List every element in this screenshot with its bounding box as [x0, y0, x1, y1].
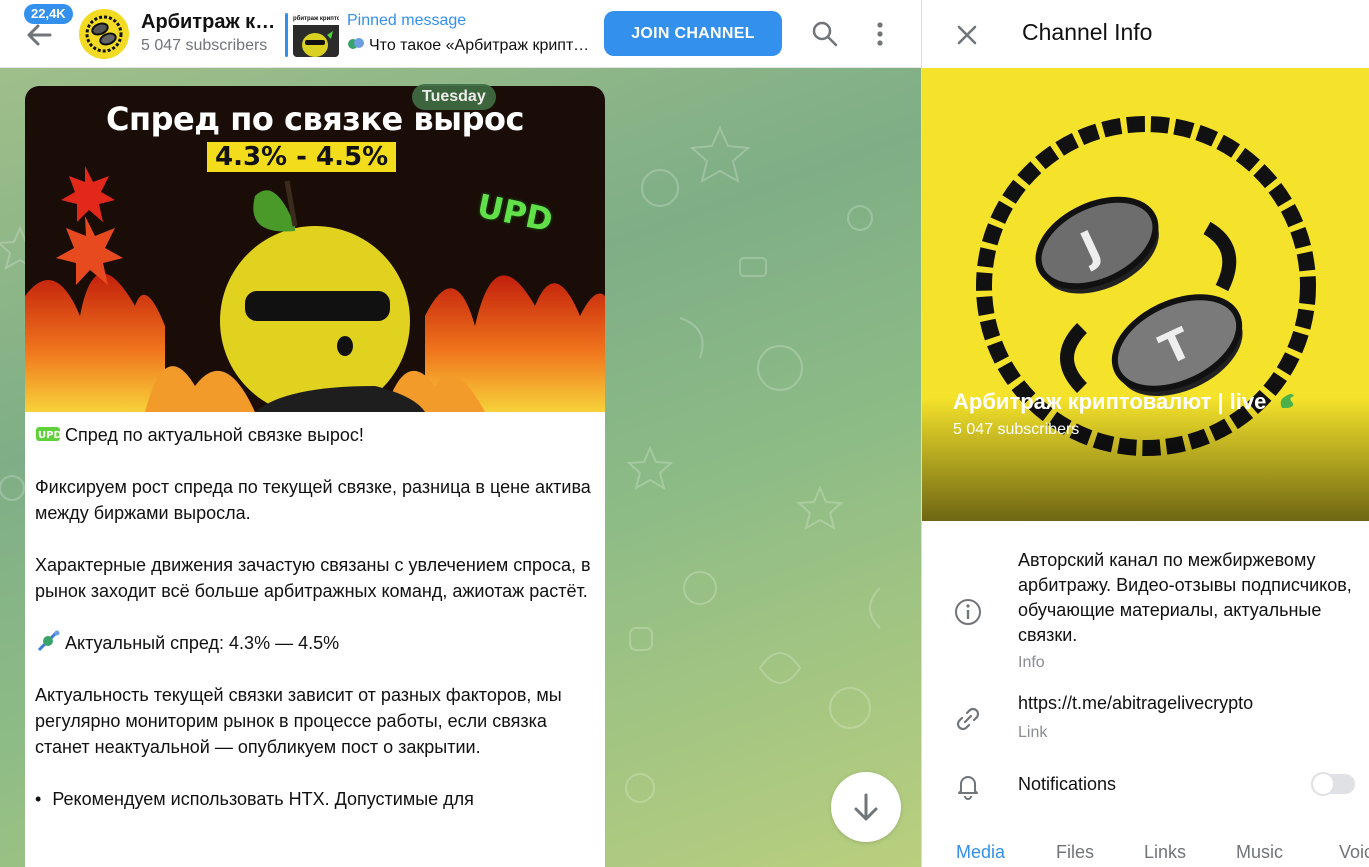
pinned-indicator	[285, 13, 288, 57]
arrow-down-icon	[854, 793, 878, 821]
info-header: Channel Info	[922, 0, 1369, 68]
hero-gradient	[922, 398, 1369, 521]
channel-description[interactable]: Авторский канал по межбиржевому арбитраж…	[1018, 548, 1358, 648]
dragon-emoji-icon	[1281, 394, 1295, 408]
unread-badge: 22,4K	[24, 4, 73, 24]
shared-media-tabs: Media Files Links Music Voice	[922, 828, 1369, 867]
more-vertical-icon	[877, 22, 883, 46]
upd-emoji-icon: UPD	[36, 427, 61, 441]
info-icon	[955, 599, 981, 625]
info-title: Channel Info	[1022, 19, 1153, 45]
search-button[interactable]	[810, 19, 840, 49]
pinned-text[interactable]: Что такое «Арбитраж криптовалют»	[347, 36, 597, 55]
channel-avatar[interactable]	[79, 9, 129, 59]
link-icon	[956, 707, 980, 731]
close-icon	[957, 25, 977, 45]
pinned-thumbnail[interactable]: рбитраж криптов	[293, 13, 339, 57]
bell-icon	[958, 776, 978, 800]
svg-text:UPD: UPD	[38, 430, 61, 441]
channel-title[interactable]: Арбитраж криптовалют | live	[141, 11, 276, 34]
chat-header: 22,4K Арбитраж криптовалют | live 5 047 …	[0, 0, 921, 68]
lemon-character-icon	[302, 31, 333, 57]
pinned-emoji-icon	[348, 38, 364, 49]
pinned-thumb-caption: рбитраж криптов	[293, 13, 339, 25]
close-info-button[interactable]	[952, 20, 982, 50]
toggle-knob	[1311, 772, 1335, 796]
post-title: Спред по актуальной связке вырос!	[65, 425, 364, 445]
tab-media[interactable]: Media	[956, 842, 1005, 863]
chat-column: 22,4K Арбитраж криптовалют | live 5 047 …	[0, 0, 921, 867]
pinned-title[interactable]: Pinned message	[347, 12, 466, 30]
notifications-toggle[interactable]	[1311, 772, 1355, 796]
scroll-to-bottom-button[interactable]	[831, 772, 901, 842]
tab-links[interactable]: Links	[1144, 842, 1186, 863]
image-headline: Спред по связке вырос	[106, 100, 524, 138]
tab-music[interactable]: Music	[1236, 842, 1283, 863]
coin-logo-icon	[85, 15, 123, 53]
post-paragraph-1: Фиксируем рост спреда по текущей связке,…	[35, 477, 591, 523]
channel-subscribers: 5 047 subscribers	[141, 37, 268, 54]
post-text: UPD Спред по актуальной связке вырос! Фи…	[35, 422, 597, 838]
channel-info-panel: Channel Info J T Арбитраж криптовалют | …	[921, 0, 1369, 867]
notifications-label: Notifications	[1018, 774, 1117, 794]
search-icon	[812, 21, 838, 47]
post-image[interactable]: Спред по связке вырос 4.3% - 4.5% UPD	[25, 86, 605, 412]
tab-files[interactable]: Files	[1056, 842, 1094, 863]
date-separator: Tuesday	[412, 84, 496, 110]
post-paragraph-2: Характерные движения зачастую связаны с …	[35, 555, 591, 601]
description-caption: Info	[1018, 654, 1045, 671]
more-button[interactable]	[865, 19, 895, 49]
post-bullet-1: Рекомендуем использовать HTX. Допустимые…	[52, 789, 474, 809]
channel-link[interactable]: https://t.me/abitragelivecrypto	[1018, 693, 1253, 714]
info-subscribers: 5 047 subscribers	[953, 421, 1080, 438]
post-paragraph-3: Актуальность текущей связки зависит от р…	[35, 685, 562, 757]
tab-voice[interactable]: Voice	[1339, 842, 1369, 863]
info-channel-name-text: Арбитраж криптовалют | live	[953, 389, 1267, 414]
channel-avatar-large[interactable]: J T	[922, 68, 1369, 521]
spread-value: 4.3% — 4.5%	[229, 633, 340, 653]
satellite-emoji-icon	[37, 630, 60, 652]
image-range: 4.3% - 4.5%	[207, 142, 397, 172]
link-caption: Link	[1018, 724, 1048, 741]
spread-label: Актуальный спред:	[65, 633, 225, 653]
pinned-text-value: Что такое «Арбитраж криптовалют»	[369, 37, 597, 54]
join-channel-button[interactable]: JOIN CHANNEL	[604, 11, 782, 56]
channel-post[interactable]: Спред по связке вырос 4.3% - 4.5% UPD UP…	[25, 86, 605, 867]
info-channel-name: Арбитраж криптовалют | live	[953, 388, 1300, 415]
